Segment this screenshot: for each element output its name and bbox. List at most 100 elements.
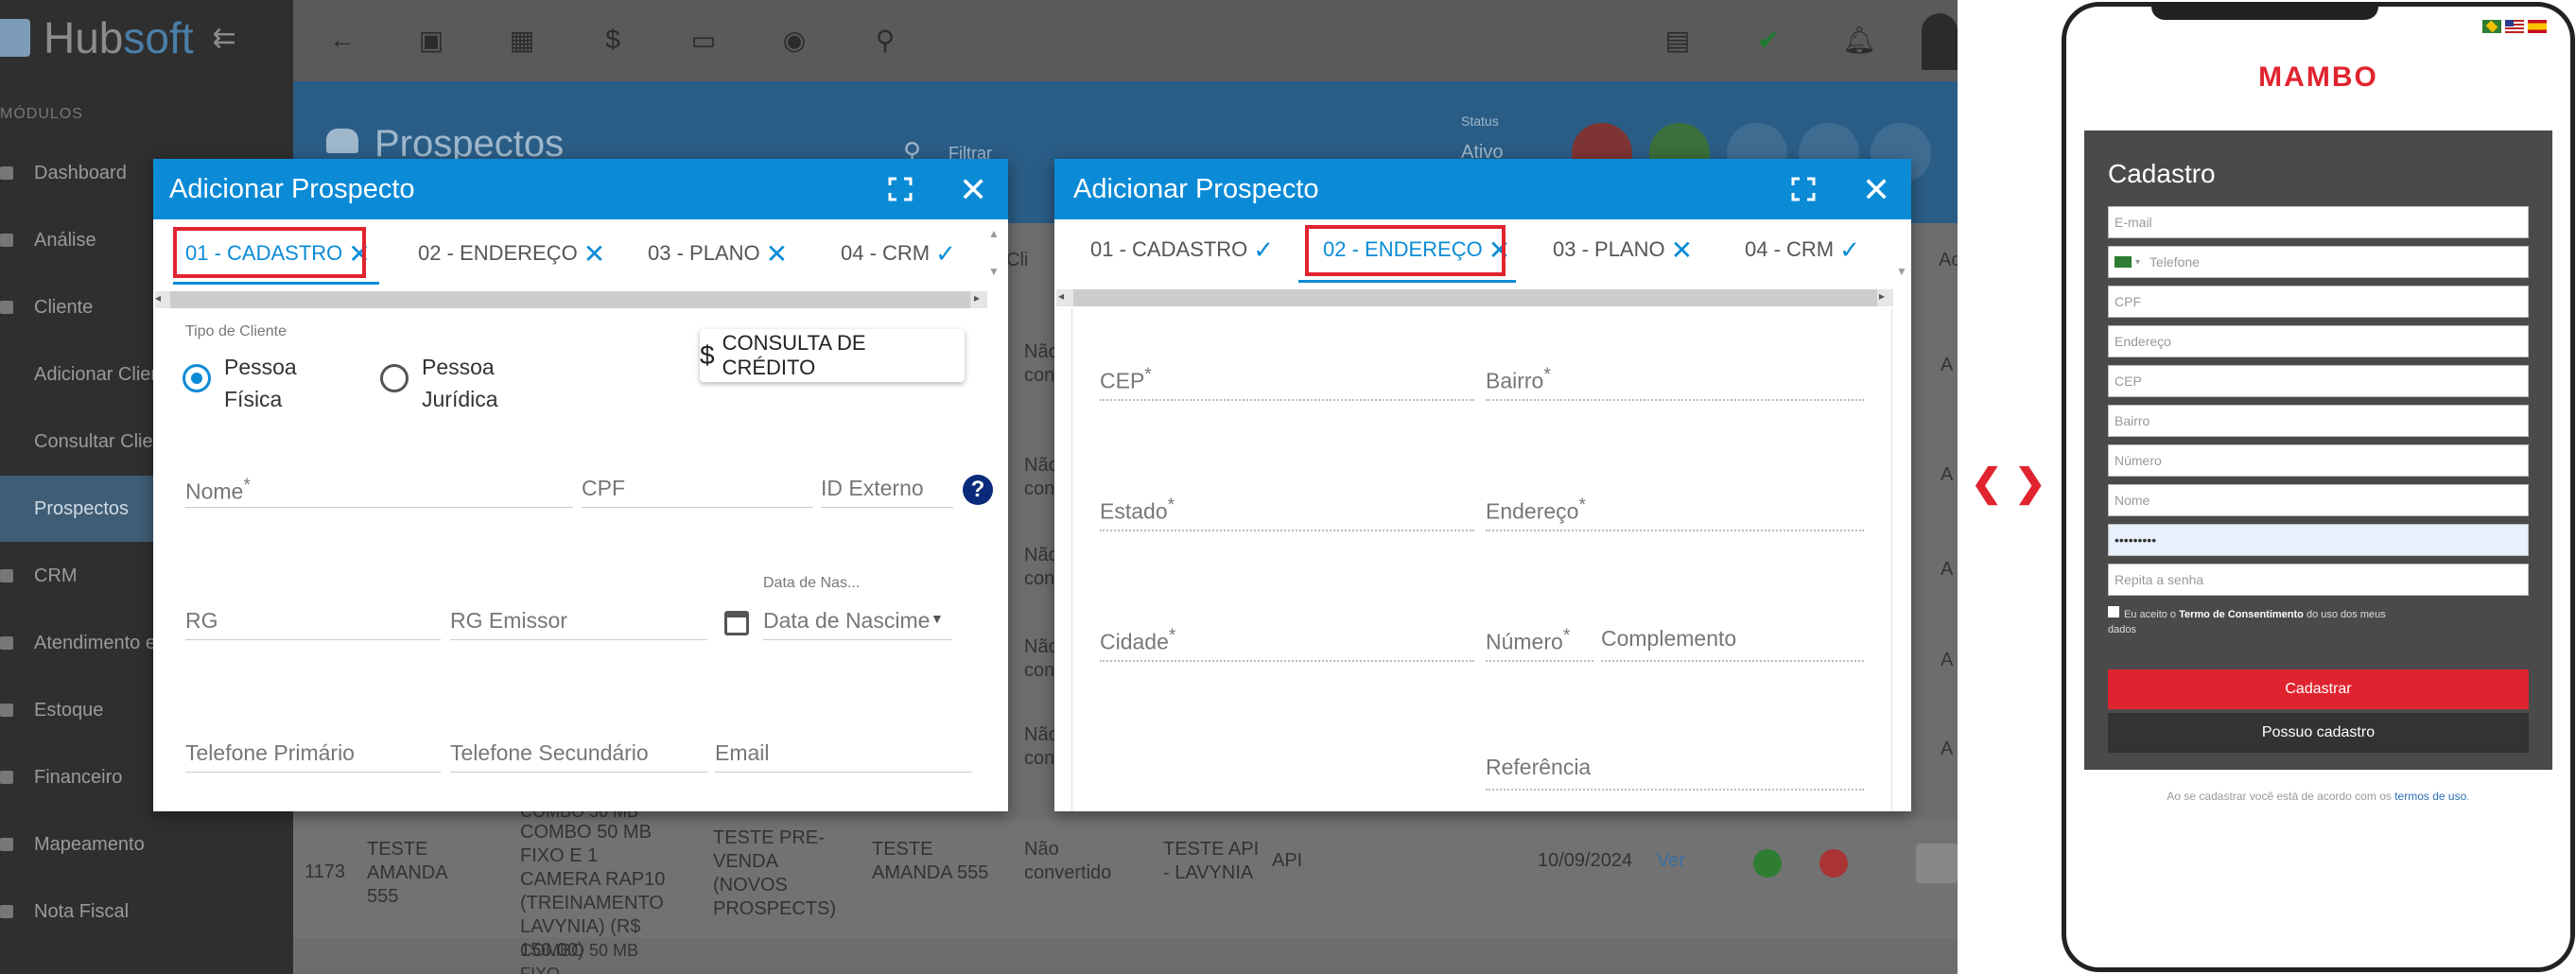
close-icon[interactable]: ✕ (959, 170, 987, 210)
telefone-secundario-field[interactable]: Telefone Secundário (450, 740, 649, 766)
contact-card-icon[interactable]: ▣ (412, 21, 450, 59)
endereco-input[interactable]: Endereço (2108, 325, 2529, 357)
logo-hub: Hub (44, 13, 124, 62)
id-externo-underline (821, 507, 953, 508)
complemento-field[interactable]: Complemento (1601, 626, 1736, 652)
brazil-flag-icon[interactable] (2482, 20, 2501, 33)
sidebar-item-nota-fiscal[interactable]: Nota Fiscal (0, 878, 293, 945)
modal-header: Adicionar Prospecto ✕ (153, 159, 1008, 219)
approve-icon[interactable] (1753, 849, 1782, 878)
dollar-icon[interactable]: $ (594, 21, 632, 59)
hubsoft-app: Hubsoft ⇇ MÓDULOS Dashboard Análise Clie… (0, 0, 1958, 974)
scroll-left-icon[interactable]: ◂ (155, 291, 161, 304)
reject-icon[interactable] (1819, 849, 1848, 878)
tipo-cliente-label: Tipo de Cliente (185, 323, 287, 339)
data-nascimento-field[interactable]: Data de Nascimento (763, 608, 930, 634)
tab-plano[interactable]: 03 - PLANO ✕ (648, 233, 788, 274)
scrollbar-thumb[interactable] (1073, 289, 1877, 306)
scroll-right-icon[interactable]: ▸ (974, 291, 980, 304)
chevron-down-icon[interactable]: ▾ (2135, 257, 2140, 268)
search-icon[interactable]: ⚲ (866, 21, 904, 59)
sidebar-item-mapeamento[interactable]: Mapeamento (0, 811, 293, 878)
tab-cadastro[interactable]: 01 - CADASTRO ✓ (1090, 229, 1274, 270)
row-action-button[interactable]: A (1941, 649, 1953, 672)
email-field[interactable]: Email (715, 740, 770, 766)
scroll-right-icon[interactable]: ▸ (1879, 289, 1885, 303)
consent-label: Eu aceito o Termo de Consentimento do us… (2124, 605, 2427, 624)
numero-input[interactable]: Número (2108, 444, 2529, 477)
possuo-cadastro-button[interactable]: Possuo cadastro (2108, 713, 2529, 753)
tab-plano[interactable]: 03 - PLANO ✕ (1553, 229, 1693, 270)
chevron-down-icon[interactable]: ▼ (931, 611, 944, 626)
fullscreen-icon[interactable] (1790, 176, 1817, 202)
nome-field[interactable]: Nome* (185, 476, 251, 505)
terminal-icon[interactable]: ▭ (685, 21, 722, 59)
telefone-primario-field[interactable]: Telefone Primário (185, 740, 355, 766)
phone-input[interactable]: ▾ Telefone (2108, 246, 2529, 278)
row-action-button[interactable]: A (1941, 463, 1953, 487)
pdf-icon[interactable]: ▤ (1659, 21, 1697, 59)
field-label: Bairro (1486, 368, 1544, 393)
bairro-field[interactable]: Bairro* (1486, 365, 1551, 394)
dashboard-icon (0, 166, 13, 180)
row-action-button[interactable]: A (1941, 558, 1953, 582)
password-input[interactable]: ••••••••• (2108, 524, 2529, 556)
us-flag-icon[interactable] (2505, 20, 2524, 33)
terms-link[interactable]: termos de uso (2394, 790, 2466, 803)
sidebar-item-label: Estoque (34, 699, 104, 721)
nome-input[interactable]: Nome (2108, 484, 2529, 516)
tab-crm[interactable]: 04 - CRM ✓ (841, 233, 956, 274)
eye-icon[interactable]: ◉ (775, 21, 813, 59)
rg-field[interactable]: RG (185, 608, 218, 634)
cadastrar-button[interactable]: Cadastrar (2108, 670, 2529, 709)
spain-flag-icon[interactable] (2528, 20, 2547, 33)
consent-text: do uso dos meus (2303, 609, 2386, 620)
radio-pessoa-juridica[interactable] (380, 364, 409, 392)
cidade-field[interactable]: Cidade* (1100, 626, 1175, 655)
tabs-scroll-down-icon[interactable]: ▼ (1896, 265, 1907, 278)
cpf-field[interactable]: CPF (582, 476, 625, 501)
consulta-credito-button[interactable]: $ CONSULTA DE CRÉDITO (700, 329, 965, 382)
close-icon[interactable]: ✕ (1862, 170, 1890, 210)
consent-checkbox[interactable] (2108, 606, 2119, 617)
tab-endereco[interactable]: 02 - ENDEREÇO ✕ (418, 233, 605, 274)
tabs-scroll-down-icon[interactable]: ▼ (988, 265, 1000, 278)
cep-field[interactable]: CEP* (1100, 365, 1152, 394)
row-action-button[interactable]: A (1941, 354, 1953, 377)
bairro-input[interactable]: Bairro (2108, 405, 2529, 437)
tab-crm[interactable]: 04 - CRM ✓ (1745, 229, 1860, 270)
tabs-scroll-up-icon[interactable]: ▲ (988, 227, 1000, 240)
calendar-icon[interactable] (724, 611, 749, 635)
table-cell-seller: TESTE PRE-VENDA (NOVOS PROSPECTS) (713, 827, 837, 919)
row-action-button[interactable]: A (1941, 738, 1953, 761)
row-action-button[interactable] (1916, 844, 1958, 883)
referencia-field[interactable]: Referência (1486, 755, 1591, 780)
estado-field[interactable]: Estado* (1100, 496, 1175, 525)
chat-check-icon[interactable]: ✔ (1749, 21, 1787, 59)
cep-input[interactable]: CEP (2108, 365, 2529, 397)
consent-terms-link[interactable]: Termo de Consentimento (2179, 609, 2304, 620)
sidebar-item-label: Mapeamento (34, 833, 145, 855)
avatar[interactable] (1922, 13, 1958, 70)
id-externo-field[interactable]: ID Externo (821, 476, 924, 501)
collapse-menu-icon[interactable]: ⇇ (213, 22, 236, 55)
email-input[interactable]: E-mail (2108, 206, 2529, 238)
label-line: Física (224, 387, 283, 411)
radio-pessoa-fisica[interactable] (183, 364, 211, 392)
back-arrow-icon[interactable]: ← (323, 21, 361, 59)
rg-emissor-field[interactable]: RG Emissor (450, 608, 567, 634)
numero-field[interactable]: Número* (1486, 626, 1570, 655)
scroll-left-icon[interactable]: ◂ (1058, 289, 1064, 303)
view-link[interactable]: Ver (1657, 849, 1685, 873)
endereco-field[interactable]: Endereço* (1486, 496, 1586, 525)
consent-text: Eu aceito o (2124, 609, 2180, 620)
brazil-flag-icon[interactable] (2115, 256, 2132, 268)
scrollbar-thumb[interactable] (170, 291, 970, 308)
fullscreen-icon[interactable] (887, 176, 914, 202)
status-text: con (1024, 365, 1055, 386)
help-icon[interactable]: ? (963, 475, 993, 505)
repeat-password-input[interactable]: Repita a senha (2108, 564, 2529, 596)
bell-icon[interactable]: 🔔︎ (1840, 21, 1878, 59)
cpf-input[interactable]: CPF (2108, 286, 2529, 318)
calendar-clock-icon[interactable]: ▦ (503, 21, 541, 59)
